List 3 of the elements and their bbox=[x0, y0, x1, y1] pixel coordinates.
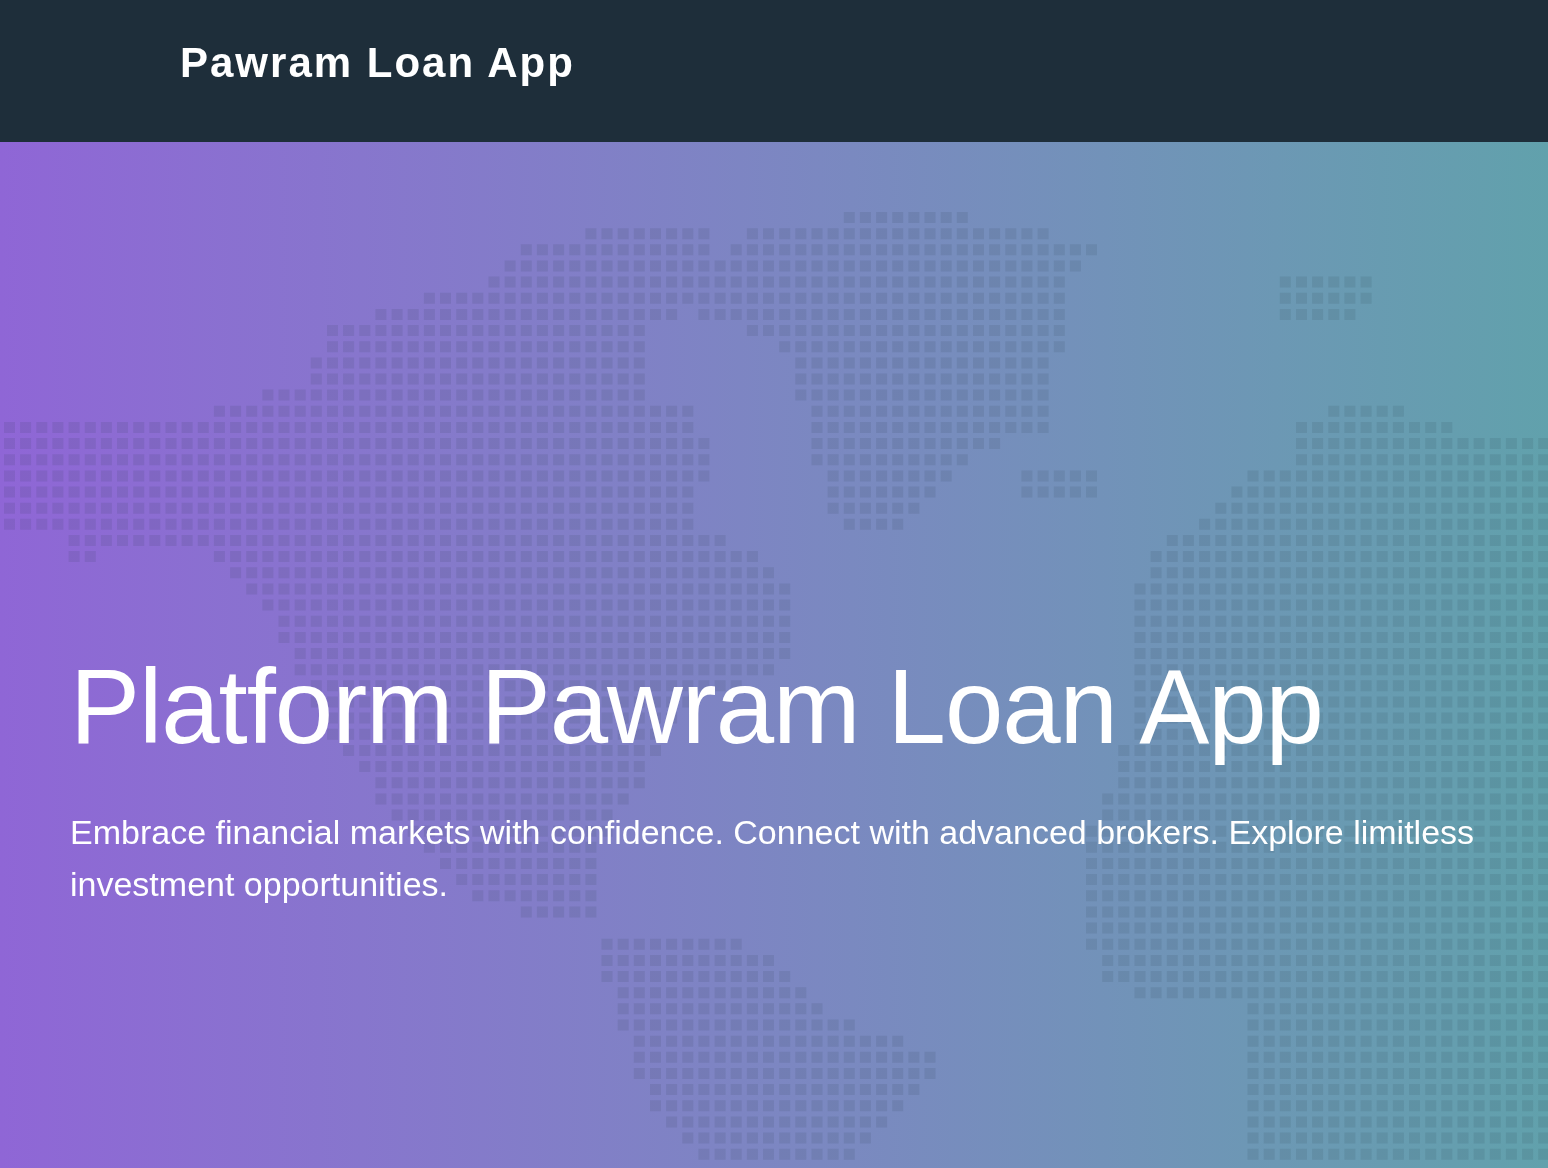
hero-subtitle: Embrace financial markets with confidence. Connect with advanced brokers. Explore limitless investment opportunities. bbox=[70, 812, 1476, 905]
hero-title: Platform Pawram Loan App bbox=[70, 647, 1324, 767]
brand-title[interactable]: Pawram Loan App bbox=[180, 41, 575, 84]
